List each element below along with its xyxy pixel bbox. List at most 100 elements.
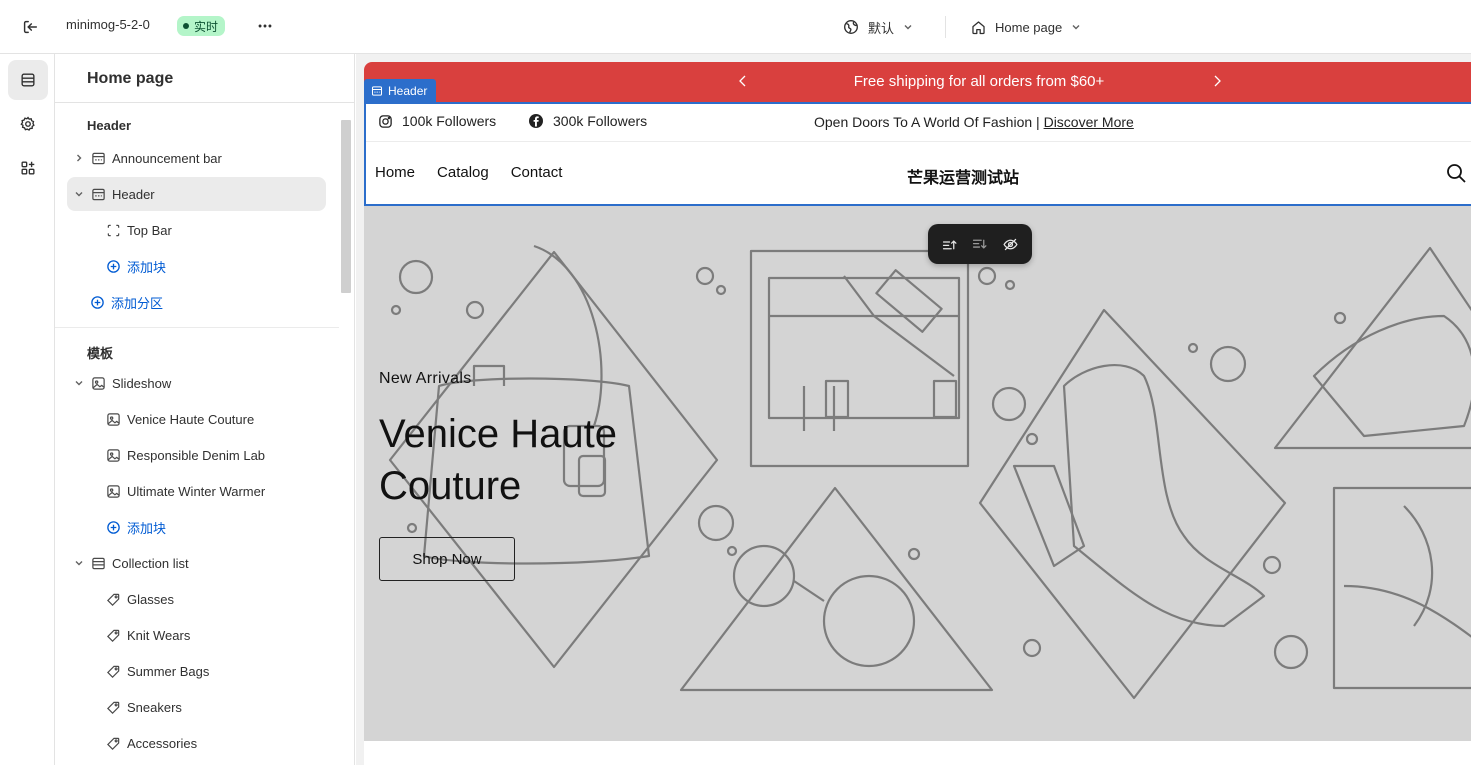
sections-tab[interactable]	[8, 60, 48, 100]
section-icon	[90, 186, 106, 202]
storefront-preview: Free shipping for all orders from $60+ H…	[356, 54, 1471, 765]
sidebar-item-collection[interactable]: Glasses	[105, 582, 326, 616]
language-label: 默认	[868, 20, 895, 36]
tag-icon	[105, 627, 121, 643]
add-block-button[interactable]: 添加块	[105, 249, 326, 283]
list-icon	[90, 555, 106, 571]
theme-name: minimog-5-2-0	[66, 17, 150, 32]
section-icon	[371, 85, 383, 96]
add-block-label: 添加块	[127, 259, 167, 275]
section-floating-toolbar	[928, 224, 1032, 264]
move-down-icon	[973, 239, 987, 249]
tag-icon	[105, 699, 121, 715]
editor-rail	[0, 54, 55, 765]
home-icon	[972, 20, 985, 34]
live-dot-icon	[183, 23, 189, 29]
globe-icon	[844, 20, 858, 34]
eye-off-icon	[1003, 238, 1018, 250]
theme-settings-tab[interactable]	[8, 104, 48, 144]
live-badge: 实时	[177, 16, 226, 36]
apps-tab[interactable]	[8, 148, 48, 188]
sidebar-item-label: Ultimate Winter Warmer	[127, 483, 266, 499]
tag-icon	[105, 591, 121, 607]
add-block-button[interactable]: 添加块	[105, 510, 326, 544]
sidebar-item-slide[interactable]: Responsible Denim Lab	[105, 438, 326, 472]
add-section-label: 添加分区	[111, 295, 164, 311]
sidebar-title-divider	[55, 102, 354, 103]
sidebar-divider	[55, 327, 339, 328]
chevron-down-icon	[904, 25, 912, 30]
language-selector[interactable]: 默认	[842, 15, 914, 39]
template-group-label: 模板	[87, 346, 114, 361]
page-selector-label: Home page	[995, 19, 1063, 35]
sidebar-item-label: Header	[112, 186, 155, 202]
move-up-icon	[942, 239, 957, 249]
gear-icon	[20, 116, 35, 131]
sidebar-item-label: Venice Haute Couture	[127, 411, 255, 427]
exit-button[interactable]	[18, 15, 42, 39]
shop-now-button[interactable]: Shop Now	[379, 537, 515, 581]
sidebar-item-label: Sneakers	[127, 699, 182, 715]
sidebar-item-slide[interactable]: Venice Haute Couture	[105, 402, 326, 436]
add-section-button[interactable]: 添加分区	[89, 285, 326, 319]
sidebar-item-label: Accessories	[127, 735, 198, 751]
more-actions-button[interactable]	[253, 14, 277, 38]
announcement-text: Free shipping for all orders from $60+	[853, 73, 1105, 90]
sidebar-item-header[interactable]: Header	[67, 177, 326, 211]
chevron-down-icon	[1072, 25, 1080, 30]
chevron-down-icon	[71, 375, 87, 391]
preview-frame: Free shipping for all orders from $60+ H…	[364, 62, 1471, 765]
sidebar-item-label: Slideshow	[112, 375, 172, 391]
slideshow-hero: New Arrivals Venice Haute Couture Shop N…	[364, 206, 1471, 741]
header-group-label: Header	[87, 118, 132, 133]
live-badge-label: 实时	[194, 19, 219, 34]
image-icon	[90, 375, 106, 391]
sidebar-item-label: Knit Wears	[127, 627, 191, 643]
apps-icon	[21, 161, 35, 175]
sidebar-item-collection[interactable]: Sneakers	[105, 690, 326, 724]
sidebar-item-collection-list[interactable]: Collection list	[71, 546, 326, 580]
section-icon	[90, 150, 106, 166]
sidebar-item-top-bar[interactable]: Top Bar	[105, 213, 326, 247]
tag-icon	[105, 735, 121, 751]
sections-icon	[21, 73, 35, 87]
header-section-tag-label: Header	[388, 83, 428, 98]
page-selector[interactable]: Home page	[970, 15, 1082, 39]
chevron-down-icon	[71, 186, 87, 202]
sidebar-item-slide[interactable]: Ultimate Winter Warmer	[105, 474, 326, 508]
image-icon	[105, 483, 121, 499]
sidebar-item-collection[interactable]: Summer Bags	[105, 654, 326, 688]
sidebar-item-collection[interactable]: Accessories	[105, 726, 326, 760]
image-icon	[105, 411, 121, 427]
chevron-right-icon[interactable]	[1209, 73, 1225, 89]
sidebar-item-collection[interactable]: Knit Wears	[105, 618, 326, 652]
sidebar-item-label: Glasses	[127, 591, 174, 607]
theme-editor: minimog-5-2-0 实时 默认 Home page Home page …	[0, 0, 1471, 765]
sidebar-title: Home page	[87, 70, 174, 87]
sidebar-item-slideshow[interactable]: Slideshow	[71, 366, 326, 400]
sidebar-item-announcement-bar[interactable]: Announcement bar	[71, 141, 326, 175]
header-selection-outline	[364, 102, 1471, 206]
topbar-divider	[945, 16, 946, 38]
sidebar-item-label: Announcement bar	[112, 150, 222, 166]
plus-circle-icon	[105, 519, 121, 535]
sidebar-item-label: Top Bar	[127, 222, 172, 238]
sidebar-scrollbar[interactable]	[341, 120, 351, 293]
block-icon	[105, 222, 121, 238]
tag-icon	[105, 663, 121, 679]
hero-subtitle: New Arrivals	[379, 370, 472, 387]
editor-topbar: minimog-5-2-0 实时 默认 Home page	[0, 0, 1471, 54]
hide-section-button[interactable]	[1000, 233, 1022, 255]
header-section-tag: Header	[364, 79, 437, 102]
exit-icon	[23, 20, 38, 34]
sections-sidebar: Home page Header Announcement bar Header…	[55, 54, 355, 765]
move-down-button[interactable]	[969, 233, 991, 255]
chevron-down-icon	[71, 555, 87, 571]
move-up-button[interactable]	[938, 233, 960, 255]
announcement-bar[interactable]: Free shipping for all orders from $60+ H…	[364, 62, 1471, 102]
more-horizontal-icon	[258, 24, 272, 28]
sidebar-item-label: Summer Bags	[127, 663, 210, 679]
add-block-label: 添加块	[127, 520, 167, 536]
sidebar-item-label: Collection list	[112, 555, 189, 571]
chevron-right-icon	[71, 150, 87, 166]
